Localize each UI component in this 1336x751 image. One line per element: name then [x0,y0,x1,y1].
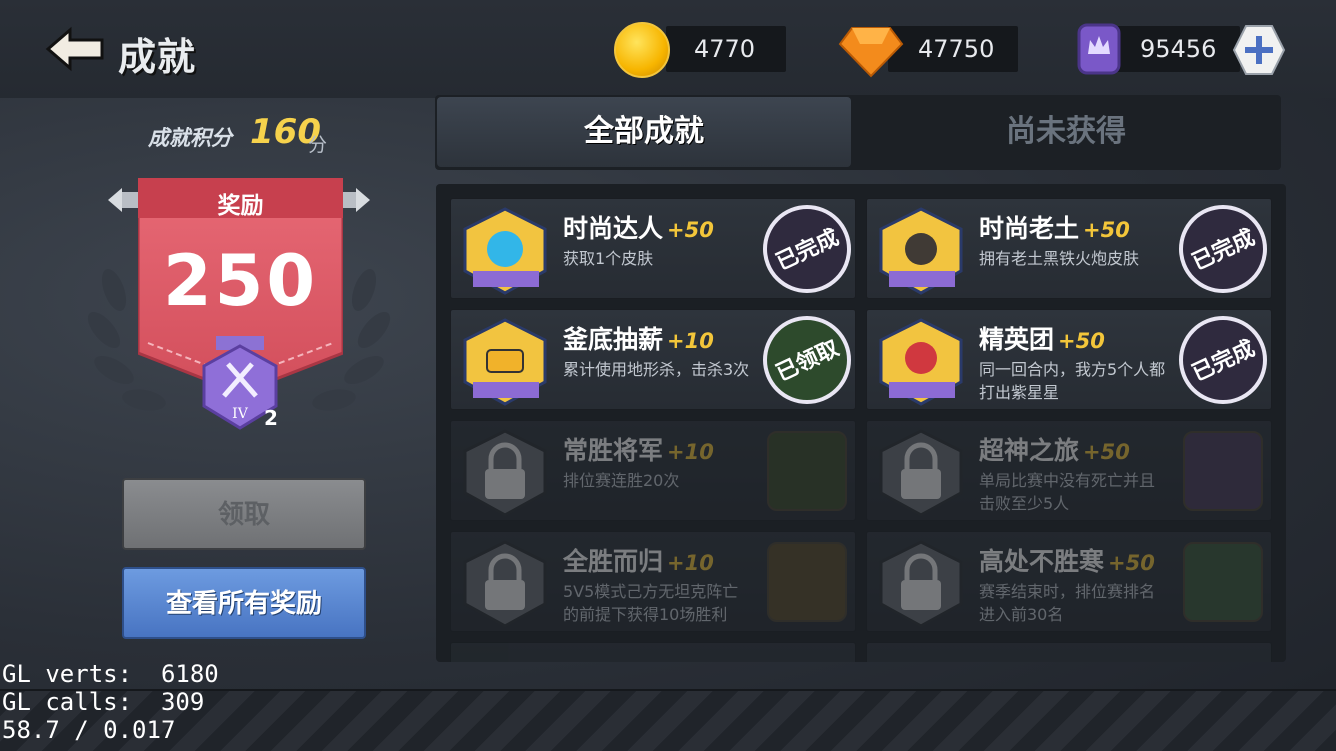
crown-value: 95456 [1140,35,1217,63]
achievement-points: +50 [1058,329,1105,353]
debug-overlay: GL verts: 6180 GL calls: 309 58.7 / 0.01… [2,660,219,744]
achievement-points: +50 [1108,551,1155,575]
tank-badge-icon [463,318,547,406]
reward-title: 奖励 [217,193,264,219]
lock-icon [463,540,547,628]
achievement-name: 精英团 +50 [979,325,1105,354]
achievement-card[interactable]: 高处不胜寒 +50 赛季结束时，排位赛排名进入前30名 [866,531,1272,632]
achievement-desc: 拥有老土黑铁火炮皮肤 [979,249,1140,268]
debug-line: 58.7 / 0.017 [2,716,176,744]
gold-counter: 4770 [666,26,786,72]
gold-value: 4770 [694,35,756,63]
achievement-name: 全胜而归 +10 [563,547,714,576]
reward-badge-icon [767,542,847,622]
diamond-value: 47750 [918,35,995,63]
cannon-badge-icon [879,207,963,295]
gold-coin-icon [614,22,670,78]
diamond-icon [838,27,904,78]
page-title: 成就 [118,35,197,79]
achievement-card-partial [450,642,856,662]
tab-not-obtained[interactable]: 尚未获得 [853,97,1279,167]
debug-line: GL verts: 6180 [2,660,219,688]
achievement-points: +10 [667,440,714,464]
score-label: 成就积分 [148,126,232,150]
crown-token-icon [1077,23,1121,75]
crown-counter: 95456 [1110,26,1240,72]
medal-count: 2 [264,406,278,430]
headphones-badge-icon [463,207,547,295]
achievement-name: 釜底抽薪 +10 [563,325,714,354]
lock-icon [879,429,963,517]
lock-icon [463,429,547,517]
achievement-card[interactable]: 全胜而归 +10 5V5模式己方无坦克阵亡的前提下获得10场胜利 [450,531,856,632]
achievement-name: 高处不胜寒 +50 [979,547,1155,576]
achievement-points: +50 [1083,218,1130,242]
debug-line: GL calls: 309 [2,688,205,716]
diamond-counter: 47750 [888,26,1018,72]
reward-crown-icon [1183,431,1263,511]
achievement-desc: 同一回合内，我方5个人都打出紫星星 [979,360,1166,402]
achievement-points: +50 [667,218,714,242]
achievement-desc: 累计使用地形杀，击杀3次 [563,360,750,379]
achievement-name: 超神之旅 +50 [979,436,1130,465]
claimed-stamp: 已领取 [763,316,851,404]
elite-badge-icon [879,318,963,406]
achievement-card[interactable]: 时尚老土 +50 拥有老土黑铁火炮皮肤 已完成 [866,198,1272,299]
achievement-desc: 获取1个皮肤 [563,249,654,268]
achievement-points: +10 [667,551,714,575]
tab-all-achievements[interactable]: 全部成就 [437,97,851,167]
reward-tank-icon [1183,542,1263,622]
achievement-name: 时尚老土 +50 [979,214,1130,243]
reward-value: 250 [162,240,319,322]
achievement-card[interactable]: 釜底抽薪 +10 累计使用地形杀，击杀3次 已领取 [450,309,856,410]
medal-level: IV [232,406,249,422]
achievement-list[interactable]: 时尚达人 +50 获取1个皮肤 已完成 时尚老土 +50 拥有老土黑铁火炮皮肤 已完… [436,184,1286,662]
back-arrow-icon[interactable] [44,26,106,72]
completed-stamp: 已完成 [763,205,851,293]
achievement-desc: 排位赛连胜20次 [563,471,680,490]
claim-button[interactable]: 领取 [122,478,366,550]
achievement-desc: 赛季结束时，排位赛排名进入前30名 [979,582,1156,624]
achievement-points: +10 [667,329,714,353]
achievement-name: 时尚达人 +50 [563,214,714,243]
completed-stamp: 已完成 [1179,316,1267,404]
tab-bar: 全部成就 尚未获得 [435,95,1281,170]
achievement-name: 常胜将军 +10 [563,436,714,465]
completed-stamp: 已完成 [1179,205,1267,293]
achievement-desc: 5V5模式己方无坦克阵亡的前提下获得10场胜利 [563,582,739,624]
view-all-rewards-button[interactable]: 查看所有奖励 [122,567,366,639]
score-unit: 分 [308,134,328,156]
achievement-card[interactable]: 超神之旅 +50 单局比赛中没有死亡并且击败至少5人 [866,420,1272,521]
lock-icon [879,540,963,628]
reward-s-icon [767,431,847,511]
add-currency-button[interactable] [1232,24,1286,76]
achievement-points: +50 [1083,440,1130,464]
achievement-card[interactable]: 时尚达人 +50 获取1个皮肤 已完成 [450,198,856,299]
achievement-card[interactable]: 常胜将军 +10 排位赛连胜20次 [450,420,856,521]
achievement-card-partial [866,642,1272,662]
achievement-card[interactable]: 精英团 +50 同一回合内，我方5个人都打出紫星星 已完成 [866,309,1272,410]
achievement-desc: 单局比赛中没有死亡并且击败至少5人 [979,471,1156,513]
